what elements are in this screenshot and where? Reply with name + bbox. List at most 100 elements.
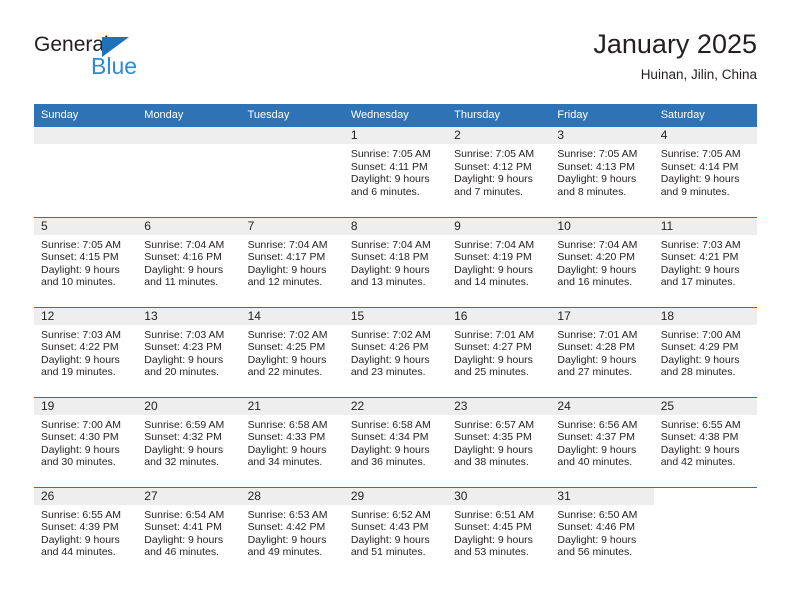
calendar-day-cell[interactable]: 26 Sunrise: 6:55 AM Sunset: 4:39 PM Dayligh… bbox=[34, 486, 138, 577]
day-info-line: Sunset: 4:43 PM bbox=[350, 521, 429, 534]
calendar-day-cell[interactable]: 5 Sunrise: 7:05 AM Sunset: 4:15 PM Daylight… bbox=[34, 216, 138, 307]
day-info-line: Sunset: 4:21 PM bbox=[660, 251, 739, 264]
calendar-day-cell[interactable]: 11 Sunrise: 7:03 AM Sunset: 4:21 PM Dayligh… bbox=[653, 216, 757, 307]
day-info-line: Daylight: 9 hours bbox=[557, 443, 637, 456]
day-info-line: and 13 minutes. bbox=[350, 276, 426, 289]
day-sun-info: Sunrise: 7:04 AM Sunset: 4:19 PM Daylight:… bbox=[447, 235, 550, 289]
page-title: January 2025 bbox=[593, 29, 757, 59]
day-info-line: Sunset: 4:23 PM bbox=[144, 341, 222, 354]
calendar-day-cell[interactable]: 10 Sunrise: 7:04 AM Sunset: 4:20 PM Dayligh… bbox=[550, 216, 654, 307]
calendar-day-cell[interactable]: 17 Sunrise: 7:01 AM Sunset: 4:28 PM Dayligh… bbox=[550, 306, 654, 397]
calendar-day-cell[interactable]: 31 Sunrise: 6:50 AM Sunset: 4:46 PM Dayligh… bbox=[550, 486, 654, 577]
day-number: 26 bbox=[34, 487, 138, 505]
calendar-day-cell[interactable]: 4 Sunrise: 7:05 AM Sunset: 4:14 PM Daylight… bbox=[653, 127, 757, 217]
day-info-line: Sunrise: 6:54 AM bbox=[144, 508, 225, 521]
day-info-line: Sunrise: 7:05 AM bbox=[557, 148, 638, 160]
day-sun-info: Sunrise: 7:00 AM Sunset: 4:30 PM Daylight:… bbox=[34, 415, 137, 469]
calendar-day-cell[interactable]: 7 Sunrise: 7:04 AM Sunset: 4:17 PM Daylight… bbox=[240, 216, 344, 307]
calendar-day-cell[interactable]: 2 Sunrise: 7:05 AM Sunset: 4:12 PM Daylight… bbox=[447, 127, 551, 217]
calendar-day-cell[interactable]: 15 Sunrise: 7:02 AM Sunset: 4:26 PM Dayligh… bbox=[343, 306, 448, 397]
calendar-day-cell[interactable]: 27 Sunrise: 6:54 AM Sunset: 4:41 PM Dayligh… bbox=[137, 486, 241, 577]
calendar-day-cell[interactable]: 20 Sunrise: 6:59 AM Sunset: 4:32 PM Dayligh… bbox=[137, 396, 241, 487]
calendar-day-cell[interactable]: 16 Sunrise: 7:01 AM Sunset: 4:27 PM Dayligh… bbox=[447, 306, 551, 397]
day-info-line: Sunrise: 7:05 AM bbox=[660, 148, 741, 160]
day-sun-info: Sunrise: 7:04 AM Sunset: 4:16 PM Daylight:… bbox=[137, 235, 240, 289]
day-number: 31 bbox=[550, 487, 654, 505]
calendar-week-row: 5 Sunrise: 7:05 AM Sunset: 4:15 PM Daylight… bbox=[34, 216, 757, 307]
calendar-day-cell[interactable]: 6 Sunrise: 7:04 AM Sunset: 4:16 PM Daylight… bbox=[137, 216, 241, 307]
calendar-day-cell[interactable]: 1 Sunrise: 7:05 AM Sunset: 4:11 PM Daylight… bbox=[343, 127, 448, 217]
day-sun-info: Sunrise: 6:58 AM Sunset: 4:33 PM Daylight:… bbox=[241, 415, 344, 469]
calendar-day-cell[interactable]: 9 Sunrise: 7:04 AM Sunset: 4:19 PM Daylight… bbox=[447, 216, 551, 307]
general-blue-logo[interactable]: General Blue bbox=[34, 34, 214, 90]
day-info-line: Sunrise: 7:05 AM bbox=[454, 148, 535, 160]
day-info-line: Daylight: 9 hours bbox=[660, 353, 740, 366]
day-info-line: Sunset: 4:27 PM bbox=[454, 341, 532, 354]
day-info-line: Sunset: 4:34 PM bbox=[350, 431, 429, 444]
calendar-empty-cell bbox=[240, 127, 344, 217]
day-info-line: and 38 minutes. bbox=[454, 456, 529, 469]
calendar-day-cell[interactable]: 28 Sunrise: 6:53 AM Sunset: 4:42 PM Dayligh… bbox=[240, 486, 344, 577]
day-sun-info: Sunrise: 6:57 AM Sunset: 4:35 PM Daylight:… bbox=[447, 415, 550, 469]
day-number: 24 bbox=[550, 397, 654, 415]
day-info-line: Sunrise: 7:00 AM bbox=[41, 418, 121, 431]
day-sun-info: Sunrise: 7:02 AM Sunset: 4:25 PM Daylight:… bbox=[241, 325, 344, 379]
day-sun-info: Sunrise: 7:03 AM Sunset: 4:23 PM Daylight:… bbox=[137, 325, 240, 379]
day-info-line: and 20 minutes. bbox=[144, 366, 219, 379]
day-number: 3 bbox=[550, 127, 654, 144]
calendar-header-row: Sunday Monday Tuesday Wednesday Thursday Frid… bbox=[34, 104, 757, 127]
day-sun-info: Sunrise: 7:01 AM Sunset: 4:28 PM Daylight:… bbox=[550, 325, 653, 379]
calendar-day-cell[interactable]: 12 Sunrise: 7:03 AM Sunset: 4:22 PM Dayligh… bbox=[34, 306, 138, 397]
calendar-day-cell[interactable]: 8 Sunrise: 7:04 AM Sunset: 4:18 PM Daylight… bbox=[343, 216, 448, 307]
day-info-line: Sunrise: 7:02 AM bbox=[350, 328, 431, 341]
title-block: January 2025 Huinan, Jilin, China bbox=[593, 28, 757, 85]
day-info-line: and 6 minutes. bbox=[350, 185, 420, 198]
calendar-day-cell[interactable]: 19 Sunrise: 7:00 AM Sunset: 4:30 PM Dayligh… bbox=[34, 396, 138, 487]
calendar-day-cell[interactable]: 13 Sunrise: 7:03 AM Sunset: 4:23 PM Dayligh… bbox=[137, 306, 241, 397]
calendar-day-cell[interactable]: 24 Sunrise: 6:56 AM Sunset: 4:37 PM Dayligh… bbox=[550, 396, 654, 487]
day-info-line: Sunset: 4:38 PM bbox=[660, 431, 739, 444]
day-info-line: and 56 minutes. bbox=[557, 546, 633, 559]
calendar-body: 1 Sunrise: 7:05 AM Sunset: 4:11 PM Daylight… bbox=[34, 127, 757, 577]
day-info-line: Sunset: 4:39 PM bbox=[41, 521, 119, 534]
day-info-line: Sunrise: 6:51 AM bbox=[454, 508, 535, 521]
day-info-line: Sunset: 4:35 PM bbox=[454, 431, 532, 444]
calendar-day-cell[interactable]: 23 Sunrise: 6:57 AM Sunset: 4:35 PM Dayligh… bbox=[447, 396, 551, 487]
day-info-line: Sunset: 4:18 PM bbox=[350, 251, 429, 264]
day-info-line: Sunset: 4:14 PM bbox=[660, 160, 739, 173]
day-info-line: Daylight: 9 hours bbox=[247, 533, 327, 546]
calendar-day-cell[interactable]: 3 Sunrise: 7:05 AM Sunset: 4:13 PM Daylight… bbox=[550, 127, 654, 217]
calendar-day-cell[interactable]: 18 Sunrise: 7:00 AM Sunset: 4:29 PM Dayligh… bbox=[653, 306, 757, 397]
calendar-day-cell[interactable]: 21 Sunrise: 6:58 AM Sunset: 4:33 PM Dayligh… bbox=[240, 396, 344, 487]
calendar-week-row: 12 Sunrise: 7:03 AM Sunset: 4:22 PM Dayligh… bbox=[34, 306, 757, 397]
day-info-line: Sunrise: 6:57 AM bbox=[454, 418, 535, 431]
calendar-day-cell[interactable]: 14 Sunrise: 7:02 AM Sunset: 4:25 PM Dayligh… bbox=[240, 306, 344, 397]
day-info-line: Daylight: 9 hours bbox=[660, 263, 740, 276]
day-info-line: Sunset: 4:37 PM bbox=[557, 431, 636, 444]
day-sun-info: Sunrise: 7:04 AM Sunset: 4:20 PM Daylight:… bbox=[550, 235, 653, 289]
day-info-line: Daylight: 9 hours bbox=[144, 353, 224, 366]
calendar-week-row: 26 Sunrise: 6:55 AM Sunset: 4:39 PM Dayligh… bbox=[34, 486, 757, 577]
day-info-line: Sunset: 4:46 PM bbox=[557, 521, 636, 534]
calendar-day-cell[interactable]: 22 Sunrise: 6:58 AM Sunset: 4:34 PM Dayligh… bbox=[343, 396, 448, 487]
day-info-line: Sunrise: 7:05 AM bbox=[350, 148, 431, 160]
weekday-header-wednesday: Wednesday bbox=[343, 104, 448, 127]
calendar-day-cell[interactable]: 29 Sunrise: 6:52 AM Sunset: 4:43 PM Dayligh… bbox=[343, 486, 448, 577]
calendar-empty-cell bbox=[34, 127, 138, 217]
day-info-line: Daylight: 9 hours bbox=[247, 263, 327, 276]
day-info-line: and 53 minutes. bbox=[454, 546, 529, 559]
day-info-line: and 12 minutes. bbox=[247, 276, 323, 289]
calendar-day-cell[interactable]: 30 Sunrise: 6:51 AM Sunset: 4:45 PM Dayligh… bbox=[447, 486, 551, 577]
day-info-line: Sunset: 4:42 PM bbox=[247, 521, 326, 534]
day-info-line: Daylight: 9 hours bbox=[247, 353, 327, 366]
day-sun-info: Sunrise: 7:05 AM Sunset: 4:13 PM Daylight:… bbox=[550, 144, 653, 198]
day-info-line: Sunset: 4:19 PM bbox=[454, 251, 532, 264]
day-number: 28 bbox=[240, 487, 344, 505]
day-number: 9 bbox=[447, 217, 551, 235]
day-sun-info: Sunrise: 6:55 AM Sunset: 4:38 PM Daylight:… bbox=[654, 415, 757, 469]
day-info-line: Sunrise: 7:02 AM bbox=[247, 328, 328, 341]
calendar-day-cell[interactable]: 25 Sunrise: 6:55 AM Sunset: 4:38 PM Dayligh… bbox=[653, 396, 757, 487]
day-info-line: Daylight: 9 hours bbox=[454, 533, 533, 546]
page-subtitle: Huinan, Jilin, China bbox=[640, 67, 757, 82]
day-info-line: Sunrise: 6:59 AM bbox=[144, 418, 225, 431]
